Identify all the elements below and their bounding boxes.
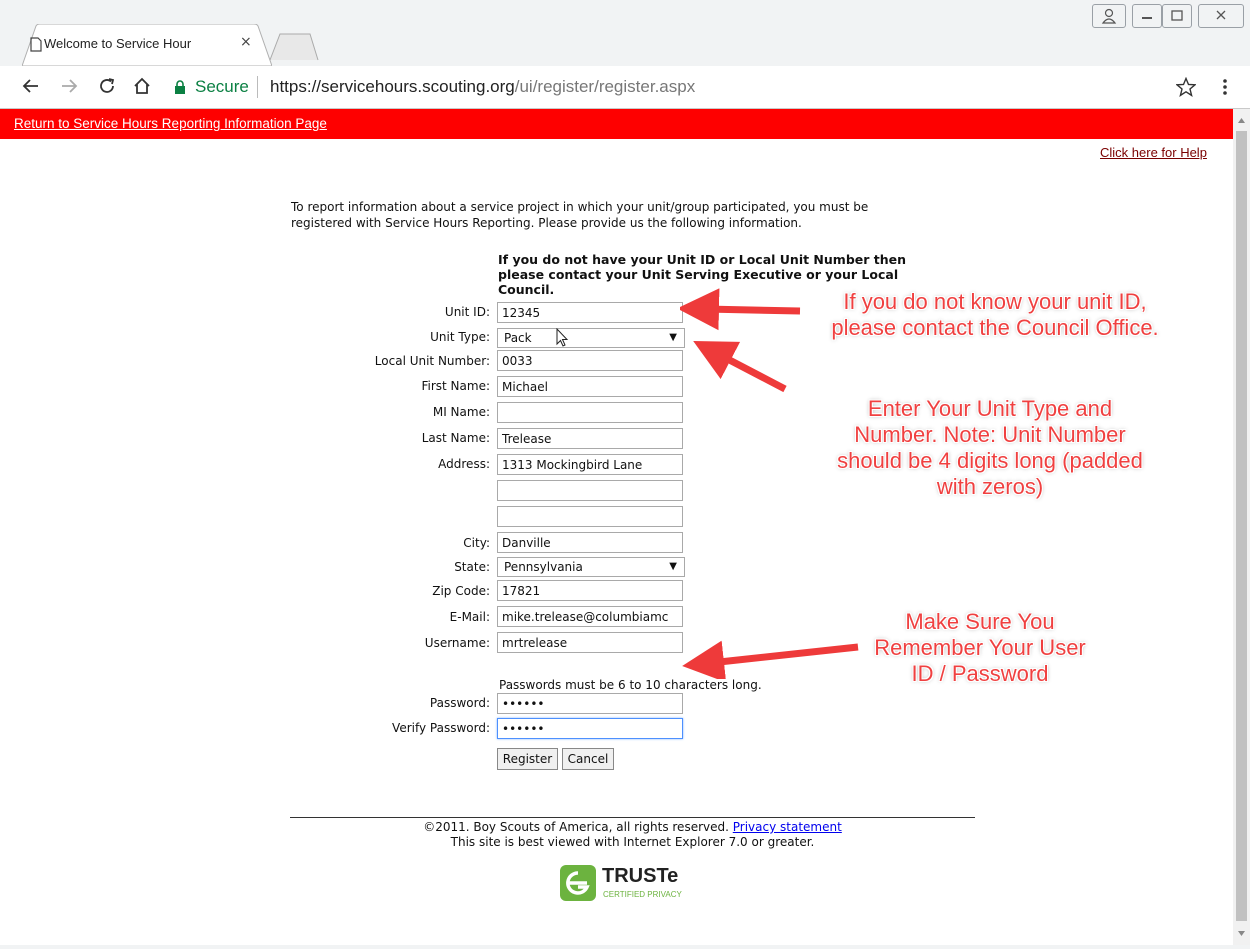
address-label: Address: xyxy=(438,457,490,471)
zip-input[interactable]: 17821 xyxy=(497,580,683,601)
annotation-line: If you do not know your unit ID, xyxy=(843,289,1147,314)
annotation-line: please contact the Council Office. xyxy=(831,315,1159,340)
copyright-text: ©2011. Boy Scouts of America, all rights… xyxy=(423,820,729,834)
cancel-button[interactable]: Cancel xyxy=(562,748,614,770)
unit-type-annotation: Enter Your Unit Type and Number. Note: U… xyxy=(770,396,1210,500)
dropdown-arrow-icon: ▼ xyxy=(669,332,677,343)
last-name-input[interactable]: Trelease xyxy=(497,428,683,449)
return-link[interactable]: Return to Service Hours Reporting Inform… xyxy=(14,116,327,131)
city-input[interactable]: Danville xyxy=(497,532,683,553)
copyright-line: ©2011. Boy Scouts of America, all rights… xyxy=(290,820,975,835)
unit-type-label: Unit Type: xyxy=(430,330,490,344)
footer-divider xyxy=(290,817,975,818)
password-hint: Passwords must be 6 to 10 characters lon… xyxy=(499,678,762,692)
dropdown-arrow-icon: ▼ xyxy=(669,561,677,572)
truste-brand: TRUSTe xyxy=(602,865,679,887)
annotation-line: Remember Your User xyxy=(874,635,1086,660)
lock-icon xyxy=(174,80,186,100)
intro-line-1: To report information about a service pr… xyxy=(291,200,869,214)
annotation-line: Make Sure You xyxy=(905,609,1055,634)
address-input[interactable]: 1313 Mockingbird Lane xyxy=(497,454,683,475)
unit-type-arrow xyxy=(693,341,787,393)
truste-badge[interactable]: TRUSTe CERTIFIED PRIVACY xyxy=(558,863,704,905)
local-unit-number-input[interactable]: 0033 xyxy=(497,350,683,371)
address-line-3-input[interactable] xyxy=(497,506,683,527)
tab-title: Welcome to Service Hour xyxy=(44,36,192,51)
verify-password-input[interactable]: •••••• xyxy=(497,718,683,739)
last-name-label: Last Name: xyxy=(421,431,490,445)
username-input[interactable]: mrtrelease xyxy=(497,632,683,653)
verify-password-label: Verify Password: xyxy=(392,721,490,735)
unit-id-label: Unit ID: xyxy=(444,305,490,319)
intro-line-2: registered with Service Hours Reporting.… xyxy=(291,216,802,230)
password-label: Password: xyxy=(429,696,490,710)
maximize-icon[interactable] xyxy=(1162,4,1192,28)
star-icon[interactable] xyxy=(1175,76,1197,101)
mi-name-input[interactable] xyxy=(497,402,683,423)
register-button[interactable]: Register xyxy=(497,748,558,770)
annotation-line: Number. Note: Unit Number xyxy=(854,422,1126,447)
browser-note: This site is best viewed with Internet E… xyxy=(450,835,815,849)
user-icon[interactable] xyxy=(1092,4,1126,28)
unit-type-value: Pack xyxy=(504,331,532,345)
forward-arrow-icon[interactable] xyxy=(60,77,78,99)
unit-id-annotation: If you do not know your unit ID, please … xyxy=(765,289,1225,341)
page-viewport: Return to Service Hours Reporting Inform… xyxy=(0,109,1233,945)
local-unit-number-label: Local Unit Number: xyxy=(374,354,490,368)
zip-label: Zip Code: xyxy=(432,584,490,598)
menu-dots-icon[interactable] xyxy=(1222,78,1228,100)
state-value: Pennsylvania xyxy=(504,560,583,574)
annotation-line: with zeros) xyxy=(936,474,1044,499)
truste-logo-icon xyxy=(560,865,596,901)
unit-id-input[interactable]: 12345 xyxy=(497,302,683,323)
first-name-input[interactable]: Michael xyxy=(497,376,683,397)
annotation-line: ID / Password xyxy=(911,661,1049,686)
state-select[interactable]: Pennsylvania ▼ xyxy=(497,557,685,577)
password-input[interactable]: •••••• xyxy=(497,693,683,714)
page-icon xyxy=(30,37,42,56)
truste-sub: CERTIFIED PRIVACY xyxy=(603,890,682,899)
privacy-link[interactable]: Privacy statement xyxy=(733,820,842,834)
annotation-line: should be 4 digits long (padded xyxy=(837,448,1143,473)
url-path: /ui/register/register.aspx xyxy=(514,77,696,96)
url-text[interactable]: https://servicehours.scouting.org/ui/reg… xyxy=(270,77,695,97)
annotation-line: Enter Your Unit Type and xyxy=(867,396,1113,421)
password-annotation: Make Sure You Remember Your User ID / Pa… xyxy=(830,609,1130,687)
help-link[interactable]: Click here for Help xyxy=(1100,145,1207,160)
state-label: State: xyxy=(454,560,490,574)
intro-text: To report information about a service pr… xyxy=(291,199,971,231)
footer: ©2011. Boy Scouts of America, all rights… xyxy=(290,820,975,850)
url-separator xyxy=(257,76,258,98)
vertical-scrollbar[interactable] xyxy=(1233,109,1250,945)
email-input[interactable]: mike.trelease@columbiamc xyxy=(497,606,683,627)
home-icon[interactable] xyxy=(132,76,152,100)
secure-label: Secure xyxy=(195,77,249,96)
back-arrow-icon[interactable] xyxy=(22,77,40,99)
email-label: E-Mail: xyxy=(449,610,490,624)
mouse-cursor-icon xyxy=(556,327,570,352)
new-tab-button[interactable] xyxy=(269,32,320,66)
minimize-icon[interactable] xyxy=(1132,4,1162,28)
username-label: Username: xyxy=(424,636,490,650)
url-host: https://servicehours.scouting.org xyxy=(270,77,515,96)
city-label: City: xyxy=(463,536,490,550)
reload-icon[interactable] xyxy=(98,77,116,99)
close-icon[interactable] xyxy=(1198,4,1244,28)
unit-type-select[interactable]: Pack ▼ xyxy=(497,328,685,348)
mi-name-label: MI Name: xyxy=(432,405,490,419)
first-name-label: First Name: xyxy=(421,379,490,393)
tab-close-icon[interactable]: × xyxy=(240,34,252,50)
address-line-2-input[interactable] xyxy=(497,480,683,501)
